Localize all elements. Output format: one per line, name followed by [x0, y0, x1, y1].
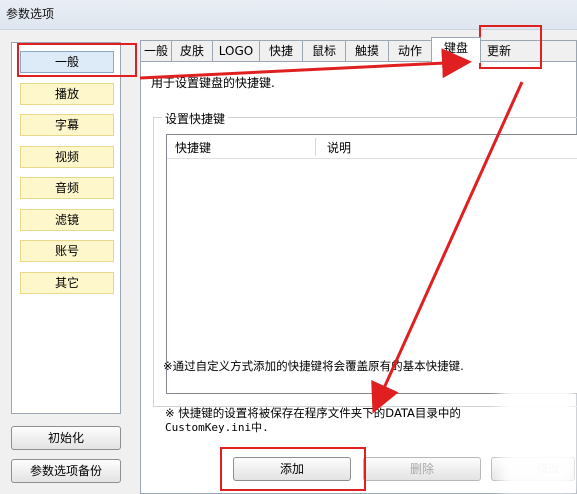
initialize-button[interactable]: 初始化	[11, 426, 121, 450]
group-title: 设置快捷键	[162, 110, 229, 127]
category-list: 一般 播放 字幕 视频 音频 滤镜 账号 其它	[11, 42, 121, 414]
delete-button[interactable]: 删除	[363, 457, 481, 481]
tab-shortcut[interactable]: 快捷	[259, 40, 303, 61]
tab-general[interactable]: 一般	[140, 40, 172, 61]
category-account[interactable]: 账号	[20, 240, 114, 262]
backup-settings-button[interactable]: 参数选项备份	[11, 459, 121, 483]
category-audio[interactable]: 音频	[20, 177, 114, 199]
tab-keyboard[interactable]: 键盘	[431, 37, 481, 63]
column-header-shortcut[interactable]: 快捷键	[175, 139, 211, 156]
highlight-keyboard-tab	[479, 25, 542, 69]
save-location-filename: CustomKey.ini中.	[165, 421, 269, 434]
highlight-add-button	[220, 447, 366, 491]
tab-touch[interactable]: 触摸	[345, 40, 389, 61]
tab-logo[interactable]: LOGO	[212, 40, 260, 61]
category-subtitle[interactable]: 字幕	[20, 114, 114, 136]
highlight-general-category	[17, 43, 137, 77]
blurred-region	[500, 330, 577, 494]
category-other[interactable]: 其它	[20, 272, 114, 294]
tab-mouse[interactable]: 鼠标	[302, 40, 346, 61]
column-divider[interactable]	[315, 138, 316, 156]
panel-description: 用于设置键盘的快捷键.	[151, 76, 275, 90]
category-filter[interactable]: 滤镜	[20, 209, 114, 231]
override-note: ※通过自定义方式添加的快捷键将会覆盖原有的基本快捷键.	[163, 359, 464, 373]
tab-action[interactable]: 动作	[388, 40, 432, 61]
category-video[interactable]: 视频	[20, 146, 114, 168]
category-playback[interactable]: 播放	[20, 83, 114, 105]
tab-skin[interactable]: 皮肤	[171, 40, 213, 61]
window-title: 参数选项	[6, 7, 55, 21]
list-header: 快捷键 说明	[167, 135, 577, 159]
column-header-description[interactable]: 说明	[327, 139, 351, 156]
